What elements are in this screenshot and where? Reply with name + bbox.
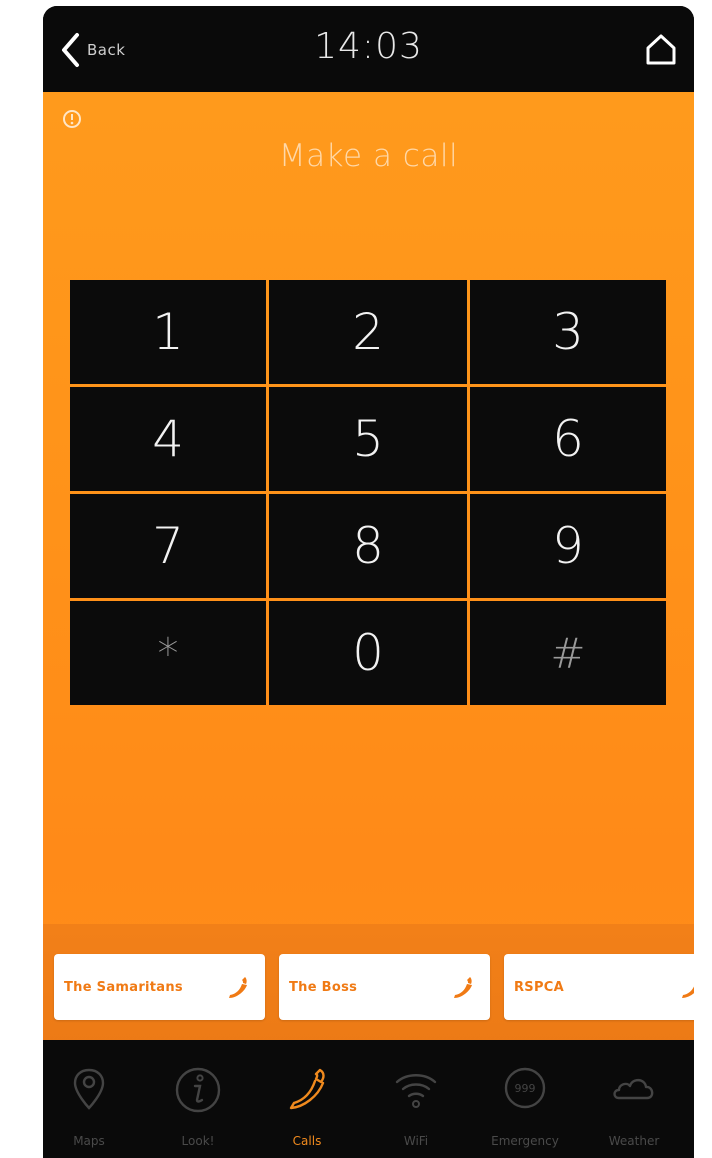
page-title: Make a call <box>278 138 459 174</box>
key-7[interactable]: 7 <box>70 494 266 598</box>
nav-maps[interactable]: Maps <box>43 1040 143 1158</box>
svg-text:999: 999 <box>515 1082 536 1095</box>
nav-label: Look! <box>181 1134 215 1148</box>
key-1[interactable]: 1 <box>70 280 266 384</box>
info-circle-icon <box>175 1067 221 1113</box>
nav-look[interactable]: Look! <box>144 1040 252 1158</box>
key-9[interactable]: 9 <box>470 494 666 598</box>
contact-name: RSPCA <box>514 979 565 995</box>
key-2[interactable]: 2 <box>269 280 467 384</box>
key-0[interactable]: 0 <box>269 601 467 705</box>
nav-calls[interactable]: Calls <box>253 1040 361 1158</box>
dial-keypad: 1 2 3 4 5 6 7 8 9 * 0 # <box>70 280 666 707</box>
key-5[interactable]: 5 <box>269 387 467 491</box>
nav-label: WiFi <box>403 1134 429 1148</box>
contact-the-boss[interactable]: The Boss <box>279 954 490 1020</box>
nav-label: Maps <box>73 1134 105 1148</box>
phone-icon <box>682 986 694 998</box>
contact-the-samaritans[interactable]: The Samaritans <box>54 954 265 1020</box>
nav-wifi[interactable]: WiFi <box>362 1040 470 1158</box>
emergency-999-icon: 999 <box>504 1067 546 1109</box>
nav-weather[interactable]: Weather <box>580 1040 688 1158</box>
map-pin-icon <box>73 1068 105 1110</box>
nav-label: Weather <box>608 1134 660 1148</box>
phone-icon <box>229 977 247 998</box>
main-content: Make a call 1 2 3 4 5 6 7 8 9 * 0 # The … <box>43 92 694 1050</box>
nav-label: Emergency <box>491 1134 559 1148</box>
bottom-nav: Maps Look! Calls WiFi 999 Emergency Weat… <box>43 1040 694 1158</box>
device-screen: Back 14:03 Make a call 1 2 3 4 5 6 7 8 9… <box>43 6 694 1158</box>
key-hash[interactable]: # <box>470 601 666 705</box>
info-icon[interactable] <box>61 108 83 130</box>
clock: 14:03 <box>314 26 423 67</box>
quick-contacts: The Samaritans The Boss RSPCA <box>43 924 694 1050</box>
wifi-icon <box>395 1074 437 1108</box>
cloud-icon <box>613 1078 654 1100</box>
key-6[interactable]: 6 <box>470 387 666 491</box>
nav-emergency[interactable]: 999 Emergency <box>471 1040 579 1158</box>
contact-name: The Boss <box>289 979 358 995</box>
phone-icon <box>289 1068 325 1110</box>
top-bar: Back 14:03 <box>43 6 694 92</box>
home-icon[interactable] <box>642 30 680 68</box>
phone-icon <box>454 977 472 998</box>
contact-rspca[interactable]: RSPCA <box>504 954 694 1020</box>
key-4[interactable]: 4 <box>70 387 266 491</box>
nav-label: Calls <box>292 1134 322 1148</box>
contact-name: The Samaritans <box>64 979 183 995</box>
key-3[interactable]: 3 <box>470 280 666 384</box>
key-8[interactable]: 8 <box>269 494 467 598</box>
key-star[interactable]: * <box>70 601 266 705</box>
